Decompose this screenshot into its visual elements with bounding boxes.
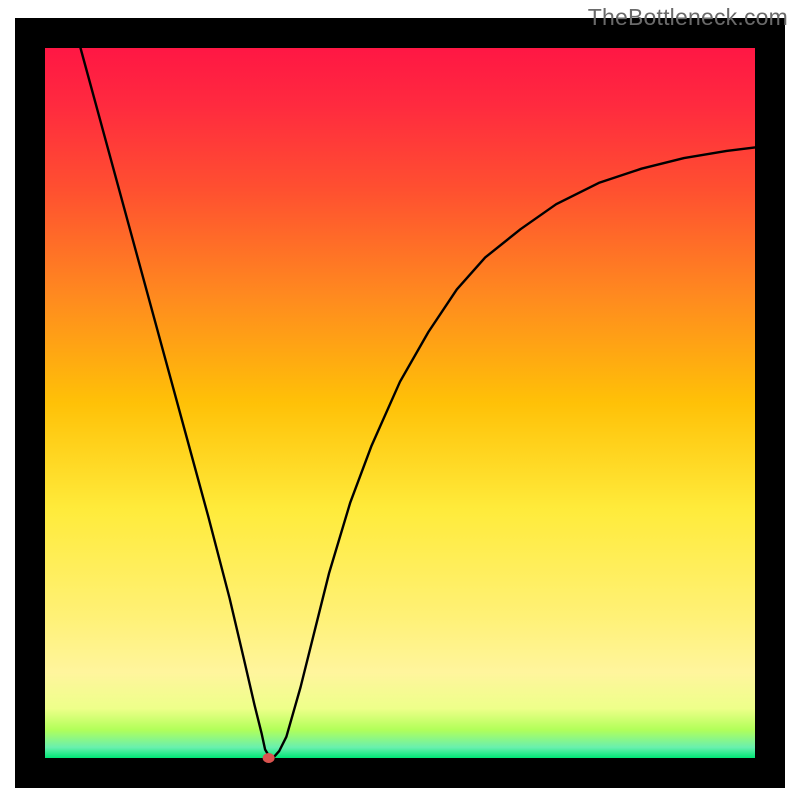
- watermark-text: TheBottleneck.com: [588, 4, 788, 31]
- plot-background: [45, 48, 755, 758]
- optimal-point-marker: [263, 753, 275, 763]
- bottleneck-chart: [0, 0, 800, 800]
- chart-container: TheBottleneck.com: [0, 0, 800, 800]
